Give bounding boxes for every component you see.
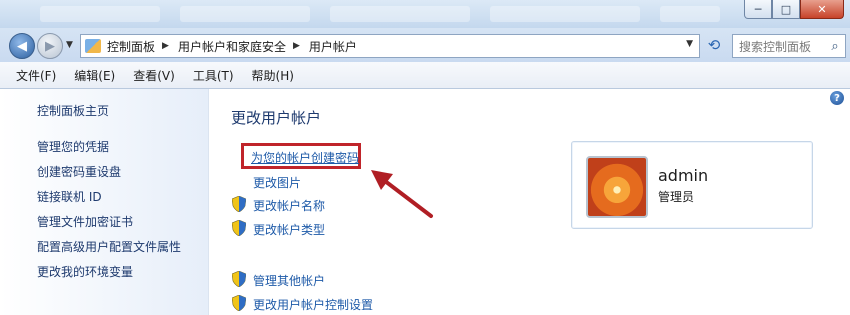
sidebar-link-advanced-profile[interactable]: 配置高级用户配置文件属性	[37, 238, 181, 255]
address-bar[interactable]: 控制面板 ▶ 用户帐户和家庭安全 ▶ 用户帐户 ▼	[80, 34, 700, 58]
sidebar-link-manage-credentials[interactable]: 管理您的凭据	[37, 138, 109, 155]
minimize-icon: ─	[754, 2, 762, 16]
change-account-name-link[interactable]: 更改帐户名称	[253, 197, 325, 214]
sidebar-link-online-id[interactable]: 链接联机 ID	[37, 188, 102, 205]
minimize-button[interactable]: ─	[744, 0, 772, 19]
breadcrumb-user-accounts[interactable]: 用户帐户	[309, 38, 357, 55]
close-icon: ✕	[817, 2, 827, 16]
menu-bar: 文件(F) 编辑(E) 查看(V) 工具(T) 帮助(H)	[0, 62, 850, 89]
change-account-type-link[interactable]: 更改帐户类型	[253, 221, 325, 238]
sidebar-link-create-reset-disk[interactable]: 创建密码重设盘	[37, 163, 121, 180]
manage-other-accounts-link[interactable]: 管理其他帐户	[253, 272, 325, 289]
breadcrumb-separator-icon[interactable]: ▶	[293, 41, 300, 51]
background-taskbar-ghost	[660, 6, 720, 22]
close-button[interactable]: ✕	[800, 0, 844, 19]
back-arrow-icon: ◀	[17, 38, 27, 54]
menu-help[interactable]: 帮助(H)	[244, 67, 302, 84]
uac-shield-icon	[232, 271, 246, 287]
sidebar-link-environment-vars[interactable]: 更改我的环境变量	[37, 263, 133, 280]
background-taskbar-ghost	[330, 6, 470, 22]
uac-shield-icon	[232, 295, 246, 311]
change-picture-link[interactable]: 更改图片	[253, 174, 301, 191]
menu-file[interactable]: 文件(F)	[8, 67, 64, 84]
navigation-bar: ◀ ▶ ▼ 控制面板 ▶ 用户帐户和家庭安全 ▶ 用户帐户 ▼ ⟲ 搜索控制面板…	[0, 28, 850, 62]
search-input[interactable]: 搜索控制面板	[739, 38, 827, 55]
background-taskbar-ghost	[40, 6, 160, 22]
menu-view[interactable]: 查看(V)	[125, 67, 183, 84]
sidebar-link-control-panel-home[interactable]: 控制面板主页	[37, 102, 109, 119]
sidebar-link-encryption-certs[interactable]: 管理文件加密证书	[37, 213, 133, 230]
forward-arrow-icon: ▶	[45, 38, 55, 54]
help-glyph: ?	[834, 92, 840, 104]
help-icon[interactable]: ?	[830, 91, 844, 105]
window-controls: ─ □ ✕	[744, 0, 844, 19]
breadcrumb-control-panel[interactable]: 控制面板	[107, 38, 155, 55]
search-box[interactable]: 搜索控制面板 ⌕	[732, 34, 846, 58]
back-button[interactable]: ◀	[9, 33, 35, 59]
menu-edit[interactable]: 编辑(E)	[66, 67, 123, 84]
uac-shield-icon	[232, 220, 246, 236]
refresh-icon: ⟲	[707, 36, 721, 54]
uac-settings-link[interactable]: 更改用户帐户控制设置	[253, 296, 373, 313]
avatar[interactable]	[586, 156, 648, 218]
breadcrumb-separator-icon[interactable]: ▶	[162, 41, 169, 51]
recent-pages-dropdown[interactable]: ▼	[66, 40, 73, 50]
breadcrumb-user-accounts-family[interactable]: 用户帐户和家庭安全	[178, 38, 286, 55]
user-role: 管理员	[658, 190, 695, 204]
maximize-icon: □	[780, 2, 792, 16]
title-bar: ─ □ ✕	[0, 0, 850, 28]
search-icon[interactable]: ⌕	[827, 39, 843, 54]
create-password-link[interactable]: 为您的帐户创建密码	[251, 149, 359, 166]
sidebar: 控制面板主页 管理您的凭据 创建密码重设盘 链接联机 ID 管理文件加密证书 配…	[0, 89, 209, 315]
forward-button[interactable]: ▶	[37, 33, 63, 59]
background-taskbar-ghost	[490, 6, 640, 22]
user-account-card: admin 管理员	[571, 141, 813, 229]
address-dropdown-icon[interactable]: ▼	[686, 39, 693, 49]
page-title: 更改用户帐户	[231, 109, 322, 127]
annotation-arrow-icon	[371, 170, 433, 218]
control-panel-icon	[85, 39, 101, 53]
maximize-button[interactable]: □	[772, 0, 800, 19]
user-name: admin	[658, 166, 709, 185]
refresh-button[interactable]: ⟲	[703, 34, 725, 56]
menu-tools[interactable]: 工具(T)	[185, 67, 242, 84]
uac-shield-icon	[232, 196, 246, 212]
main-content: ? 更改用户帐户 为您的帐户创建密码 更改图片 更改帐户名称 更改帐户类型 管理…	[209, 89, 850, 315]
background-taskbar-ghost	[180, 6, 310, 22]
